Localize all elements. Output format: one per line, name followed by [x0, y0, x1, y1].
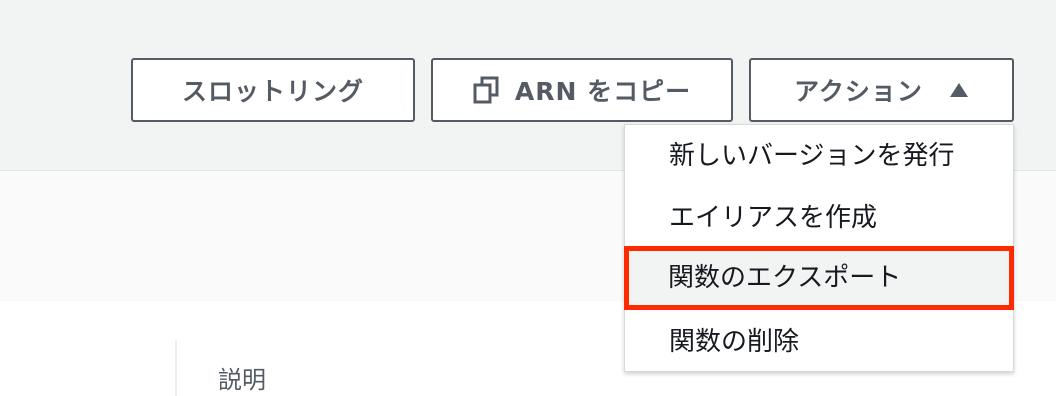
menu-item-create-alias[interactable]: エイリアスを作成 [625, 187, 1013, 249]
throttle-button[interactable]: スロットリング [131, 58, 415, 122]
caret-up-icon [949, 82, 969, 98]
menu-item-label: 関数のエクスポート [668, 263, 902, 293]
menu-item-label: 新しいバージョンを発行 [669, 141, 955, 171]
menu-item-export-function[interactable]: 関数のエクスポート [624, 246, 1014, 310]
description-label: 説明 [218, 366, 266, 394]
copy-arn-button[interactable]: ARN をコピー [431, 58, 733, 122]
menu-item-publish-version[interactable]: 新しいバージョンを発行 [625, 125, 1013, 187]
throttle-button-label: スロットリング [181, 77, 364, 106]
actions-button-label: アクション [794, 77, 923, 106]
actions-button[interactable]: アクション [749, 58, 1014, 122]
menu-item-label: エイリアスを作成 [669, 203, 878, 233]
column-divider [175, 340, 177, 396]
copy-icon [473, 76, 499, 104]
copy-arn-button-label: ARN をコピー [514, 77, 692, 106]
menu-item-delete-function[interactable]: 関数の削除 [625, 311, 1013, 373]
menu-item-label: 関数の削除 [669, 327, 800, 357]
